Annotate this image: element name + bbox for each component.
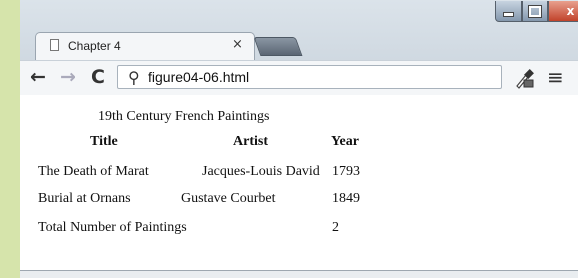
header-artist: Artist	[233, 134, 268, 149]
minimize-icon	[503, 12, 514, 17]
tab-title: Chapter 4	[68, 39, 121, 53]
footer-count: 2	[332, 220, 339, 235]
row-1-year: 1793	[332, 164, 360, 179]
search-icon: ⚲	[128, 68, 140, 87]
row-2-title: Burial at Ornans	[38, 191, 131, 206]
back-button[interactable]: ←	[26, 65, 50, 89]
close-icon: x	[566, 4, 575, 18]
page-content: 19th Century French Paintings Title Arti…	[20, 95, 578, 270]
browser-frame: x Chapter 4 × ← → C ⚲ figure04-06.html ≡	[20, 0, 578, 95]
footer-label: Total Number of Paintings	[38, 220, 187, 235]
table-caption: 19th Century French Paintings	[98, 109, 270, 124]
eyedropper-icon[interactable]	[514, 67, 536, 89]
forward-button[interactable]: →	[56, 65, 80, 89]
close-window-button[interactable]: x	[548, 1, 578, 22]
header-title: Title	[90, 134, 118, 149]
browser-window: x Chapter 4 × ← → C ⚲ figure04-06.html ≡…	[20, 0, 578, 278]
reload-button[interactable]: C	[86, 65, 110, 89]
header-year: Year	[331, 134, 359, 149]
tab-close-button[interactable]: ×	[232, 37, 243, 52]
new-tab-button[interactable]	[253, 37, 303, 56]
row-1-artist: Jacques-Louis David	[202, 164, 320, 179]
maximize-icon	[528, 4, 542, 18]
menu-icon[interactable]: ≡	[547, 65, 564, 89]
page-icon	[50, 39, 59, 51]
tab-chapter-4[interactable]: Chapter 4 ×	[35, 32, 255, 60]
toolbar: ← → C ⚲ figure04-06.html ≡	[20, 60, 578, 95]
maximize-button[interactable]	[522, 1, 548, 22]
url-text[interactable]: figure04-06.html	[148, 69, 249, 85]
address-bar[interactable]: ⚲ figure04-06.html	[117, 65, 502, 89]
minimize-button[interactable]	[495, 1, 522, 22]
row-2-year: 1849	[332, 191, 360, 206]
row-1-title: The Death of Marat	[38, 164, 149, 179]
row-2-artist: Gustave Courbet	[181, 191, 276, 206]
